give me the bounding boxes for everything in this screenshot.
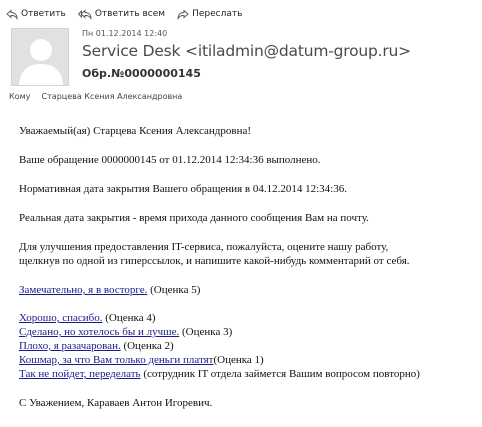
rating-row: Кошмар, за что Вам только деньги платят(… <box>19 353 264 367</box>
message-toolbar: Ответить Ответить всем Переслать <box>6 6 254 22</box>
avatar <box>11 28 69 86</box>
rating-2-note: (Оценка 2) <box>120 340 174 352</box>
rating-5-note: (Оценка 5) <box>147 284 201 296</box>
forward-label: Переслать <box>192 9 243 19</box>
rating-4-note: (Оценка 4) <box>102 312 156 324</box>
rating-row: Хорошо, спасибо. (Оценка 4) <box>19 311 156 325</box>
rating-5-link[interactable]: Замечательно, я в восторге. <box>19 284 147 296</box>
sender-address[interactable]: Service Desk <itiladmin@datum-group.ru> <box>82 42 411 60</box>
reply-button[interactable]: Ответить <box>6 9 66 20</box>
redo-note: (сотрудник IT отдела займется Вашим вопр… <box>140 368 420 380</box>
redo-link[interactable]: Так не пойдет, переделать <box>19 368 141 380</box>
greeting: Уважаемый(ая) Старцева Ксения Александро… <box>19 125 252 137</box>
rating-3-link[interactable]: Сделано, но хотелось бы и лучше. <box>19 326 179 338</box>
rating-3-note: (Оценка 3) <box>179 326 233 338</box>
rating-row: Сделано, но хотелось бы и лучше. (Оценка… <box>19 325 232 339</box>
completed-text: Ваше обращение 0000000145 от 01.12.2014 … <box>19 154 321 166</box>
signature: С Уважением, Караваев Антон Игоревич. <box>19 397 213 409</box>
reply-all-button[interactable]: Ответить всем <box>77 9 166 20</box>
reply-all-icon <box>77 9 92 20</box>
recipient-name[interactable]: Старцева Ксения Александровна <box>42 92 183 101</box>
normative-date-text: Нормативная дата закрытия Вашего обращен… <box>19 183 347 195</box>
rating-row: Так не пойдет, переделать (сотрудник IT … <box>19 367 420 381</box>
reply-label: Ответить <box>21 9 66 19</box>
message-date: Пн 01.12.2014 12:40 <box>82 29 168 38</box>
forward-icon <box>177 9 189 20</box>
person-silhouette-icon <box>19 39 63 85</box>
rating-4-link[interactable]: Хорошо, спасибо. <box>19 312 103 324</box>
rating-row: Замечательно, я в восторге. (Оценка 5) <box>19 283 200 297</box>
message-subject: Обр.№0000000145 <box>82 67 201 80</box>
reply-all-label: Ответить всем <box>94 9 166 19</box>
rating-row: Плохо, я разачарован. (Оценка 2) <box>19 339 174 353</box>
rating-2-link[interactable]: Плохо, я разачарован. <box>19 340 121 352</box>
actual-date-text: Реальная дата закрытия - время прихода д… <box>19 212 369 224</box>
rating-1-link[interactable]: Кошмар, за что Вам только деньги платят <box>19 354 213 366</box>
to-label: Кому <box>9 92 31 101</box>
improve-text-line-1: Для улучшения предоставления IT-сервиса,… <box>19 241 389 253</box>
forward-button[interactable]: Переслать <box>177 9 242 20</box>
reply-icon <box>6 9 18 20</box>
improve-text-line-2: щелкнув по одной из гиперссылок, и напиш… <box>19 255 410 267</box>
recipient-row: Кому Старцева Ксения Александровна <box>9 92 182 101</box>
rating-1-note: (Оценка 1) <box>213 354 264 366</box>
